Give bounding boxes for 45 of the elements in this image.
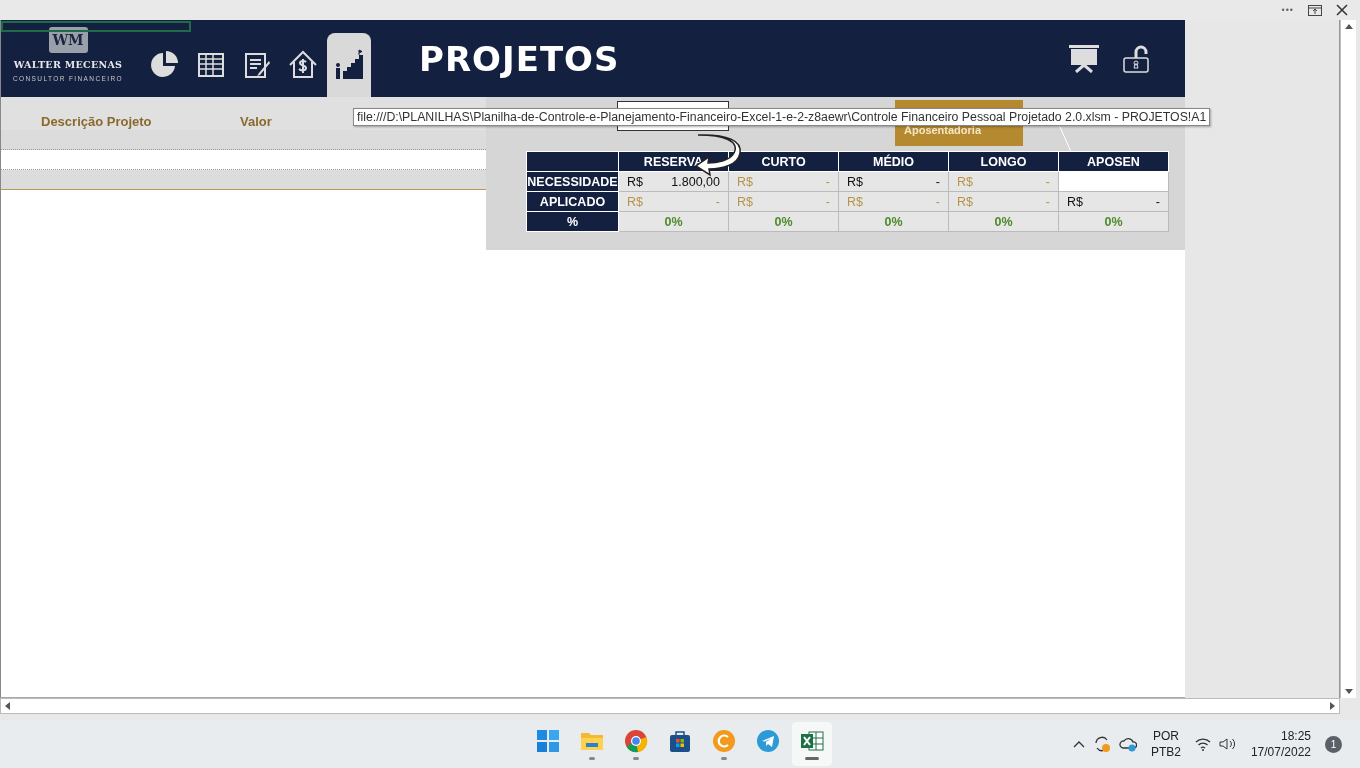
cloud-icon[interactable] (1118, 735, 1137, 753)
column-header: Valor (240, 114, 272, 129)
start-icon (536, 728, 560, 753)
close-icon[interactable] (1336, 4, 1348, 16)
table-header: APOSEN (1058, 151, 1169, 172)
running-indicator (805, 756, 819, 760)
browser-icon (624, 728, 648, 753)
spreadsheet-icon (800, 728, 824, 753)
scroll-up-icon[interactable] (1344, 24, 1353, 29)
table-header: MÉDIO (838, 151, 949, 172)
restore-window-icon[interactable] (1308, 4, 1322, 16)
unlocked-padlock-icon[interactable] (1123, 44, 1149, 73)
table-header: LONGO (948, 151, 1059, 172)
page-title: PROJETOS (419, 38, 620, 79)
scroll-down-icon[interactable] (1344, 689, 1353, 694)
nav-tab[interactable] (327, 33, 371, 97)
clock[interactable]: 18:25 17/07/2022 (1250, 728, 1311, 760)
taskbar-app[interactable] (792, 722, 832, 766)
logo-badge: WM (48, 27, 88, 53)
stairs-figure-icon (333, 49, 365, 81)
speaker-icon[interactable] (1218, 737, 1237, 751)
house-dollar-icon (287, 49, 319, 81)
row-header: APLICADO (526, 191, 619, 212)
logo-name: WALTER MECENAS (13, 59, 123, 70)
column-header: Descrição Projeto (40, 114, 153, 129)
notification-badge[interactable]: 1 (1325, 735, 1342, 753)
presentation-icon[interactable] (1069, 44, 1099, 73)
running-indicator (633, 756, 639, 760)
scroll-right-icon[interactable] (1330, 702, 1335, 710)
row-header: % (526, 211, 619, 232)
chevron-up-icon[interactable] (1072, 740, 1085, 748)
wifi-icon[interactable] (1194, 737, 1211, 751)
running-indicator (589, 756, 595, 760)
table-header: CURTO (728, 151, 839, 172)
tooltip: file:///D:\PLANILHAS\Planilha-de-Controle-e-Planejamento-Financeiro-Excel-1-e-2-z8aewr\Controle Financeiro Pessoal Projetado 2.0.xlsm - PROJETOS!A1 (353, 108, 1211, 126)
coin-icon (712, 728, 736, 753)
more-options-icon[interactable]: ••• (1281, 5, 1294, 15)
scroll-left-icon[interactable] (5, 702, 10, 710)
row-header: NECESSIDADE (526, 171, 619, 192)
store-icon (668, 728, 692, 753)
paper-plane-icon (756, 728, 780, 753)
input-language[interactable]: POR PTB2 (1150, 728, 1181, 760)
horizontal-scrollbar[interactable] (0, 698, 1340, 714)
running-indicator (721, 756, 727, 760)
sync-icon[interactable] (1092, 735, 1111, 753)
